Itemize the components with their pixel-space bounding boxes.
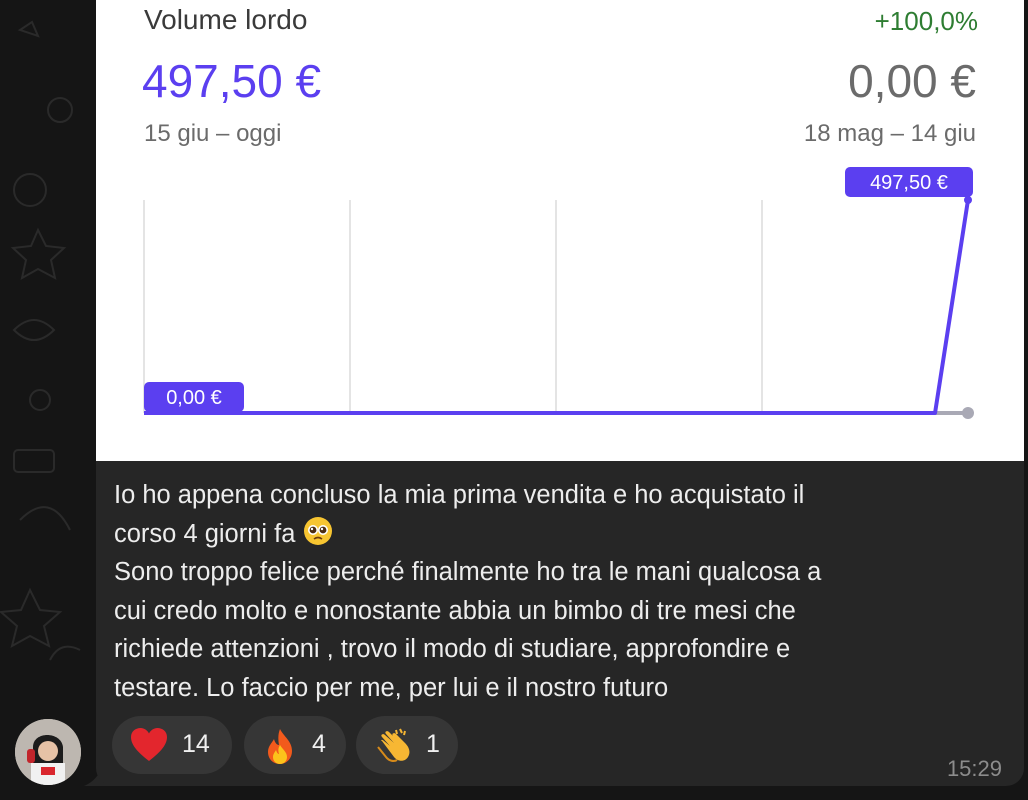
reaction-count: 1: [426, 730, 440, 758]
message-line: cui credo molto e nonostante abbia un bi…: [114, 596, 796, 625]
message-timestamp: 15:29: [946, 756, 1002, 781]
card-title: Volume lordo: [144, 4, 308, 35]
sender-avatar[interactable]: [15, 719, 81, 785]
fire-icon: [268, 729, 292, 764]
sales-volume-card: Volume lordo +100,0% 497,50 € 0,00 € 15 …: [96, 0, 1024, 461]
comparison-end-point: [962, 407, 974, 419]
reaction-count: 14: [182, 730, 210, 758]
avatar-photo: [15, 719, 81, 785]
start-value-label: 0,00 €: [166, 387, 222, 409]
reaction-clap[interactable]: 1: [356, 716, 458, 774]
message-line: testare. Lo faccio per me, per lui e il …: [114, 673, 669, 702]
reaction-count: 4: [312, 730, 326, 758]
message-line: Io ho appena concluso la mia prima vendi…: [114, 481, 805, 509]
volume-line-chart: 0,00 € 497,50 €: [143, 167, 974, 419]
message-text: Io ho appena concluso la mia prima vendi…: [114, 476, 994, 707]
change-percentage: +100,0%: [874, 6, 978, 36]
reaction-heart[interactable]: 14: [112, 716, 232, 774]
pleading-face-icon: [303, 516, 332, 545]
current-volume-value: 497,50 €: [142, 55, 322, 107]
current-date-range: 15 giu – oggi: [144, 120, 282, 147]
previous-date-range: 18 mag – 14 giu: [803, 120, 976, 147]
message-line-with-emoji: corso 4 giorni fa: [114, 515, 994, 554]
clapping-hands-icon: [377, 728, 410, 762]
reaction-fire[interactable]: 4: [244, 716, 346, 774]
message-line: Sono troppo felice perché finalmente ho …: [114, 558, 822, 586]
end-value-label: 497,50 €: [870, 172, 948, 194]
previous-volume-value: 0,00 €: [848, 55, 976, 107]
heart-icon: [131, 728, 167, 761]
series-end-point: [964, 196, 972, 204]
message-bubble[interactable]: Volume lordo +100,0% 497,50 € 0,00 € 15 …: [96, 0, 1024, 786]
message-line: richiede attenzioni , trovo il modo di s…: [114, 635, 791, 663]
